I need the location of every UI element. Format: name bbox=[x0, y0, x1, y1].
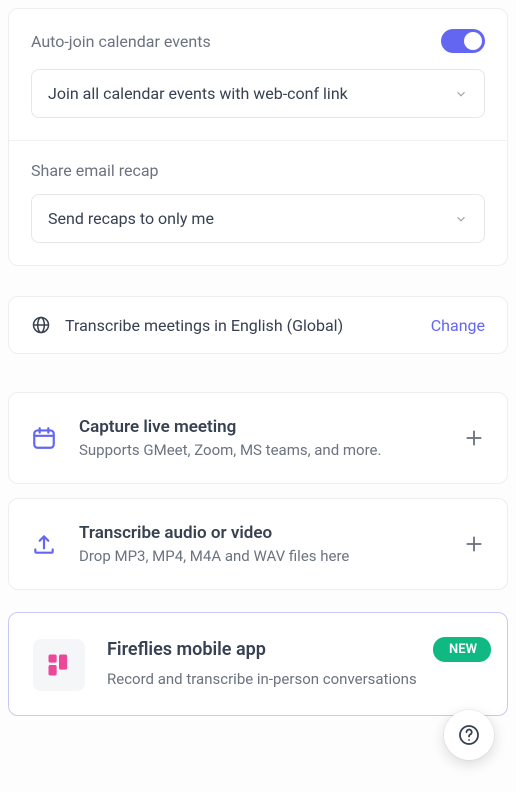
capture-text: Capture live meeting Supports GMeet, Zoo… bbox=[79, 417, 441, 459]
mobile-title: Fireflies mobile app bbox=[107, 639, 483, 660]
settings-card: Auto-join calendar events Join all calen… bbox=[8, 8, 508, 266]
calendar-icon bbox=[31, 425, 57, 451]
upload-subtitle: Drop MP3, MP4, M4A and WAV files here bbox=[79, 547, 441, 565]
recap-select[interactable]: Send recaps to only me bbox=[31, 194, 485, 243]
recap-header: Share email recap bbox=[31, 161, 485, 180]
chevron-down-icon bbox=[454, 212, 468, 226]
recap-label: Share email recap bbox=[31, 161, 159, 180]
help-button[interactable] bbox=[444, 710, 494, 760]
upload-icon bbox=[31, 531, 57, 557]
autojoin-select[interactable]: Join all calendar events with web-conf l… bbox=[31, 69, 485, 118]
toggle-knob bbox=[464, 32, 482, 50]
capture-subtitle: Supports GMeet, Zoom, MS teams, and more… bbox=[79, 441, 441, 459]
mobile-app-card[interactable]: Fireflies mobile app Record and transcri… bbox=[8, 612, 508, 716]
globe-icon bbox=[31, 315, 51, 335]
upload-title: Transcribe audio or video bbox=[79, 523, 441, 543]
autojoin-toggle[interactable] bbox=[441, 29, 485, 53]
autojoin-select-value: Join all calendar events with web-conf l… bbox=[48, 84, 348, 103]
fireflies-logo-icon bbox=[33, 639, 85, 691]
chevron-down-icon bbox=[454, 87, 468, 101]
new-badge: NEW bbox=[433, 637, 491, 662]
autojoin-label: Auto-join calendar events bbox=[31, 32, 211, 51]
plus-icon[interactable] bbox=[463, 533, 485, 555]
upload-card[interactable]: Transcribe audio or video Drop MP3, MP4,… bbox=[8, 498, 508, 590]
transcribe-language-card: Transcribe meetings in English (Global) … bbox=[8, 296, 508, 354]
autojoin-section: Auto-join calendar events Join all calen… bbox=[9, 9, 507, 140]
help-icon bbox=[457, 723, 481, 747]
transcribe-language-text: Transcribe meetings in English (Global) bbox=[65, 316, 417, 335]
upload-text: Transcribe audio or video Drop MP3, MP4,… bbox=[79, 523, 441, 565]
recap-select-value: Send recaps to only me bbox=[48, 209, 214, 228]
mobile-text: Fireflies mobile app Record and transcri… bbox=[107, 639, 483, 688]
autojoin-header: Auto-join calendar events bbox=[31, 29, 485, 53]
mobile-subtitle: Record and transcribe in-person conversa… bbox=[107, 670, 483, 688]
change-language-link[interactable]: Change bbox=[431, 316, 485, 335]
recap-section: Share email recap Send recaps to only me bbox=[9, 140, 507, 265]
capture-title: Capture live meeting bbox=[79, 417, 441, 437]
capture-meeting-card[interactable]: Capture live meeting Supports GMeet, Zoo… bbox=[8, 392, 508, 484]
plus-icon[interactable] bbox=[463, 427, 485, 449]
